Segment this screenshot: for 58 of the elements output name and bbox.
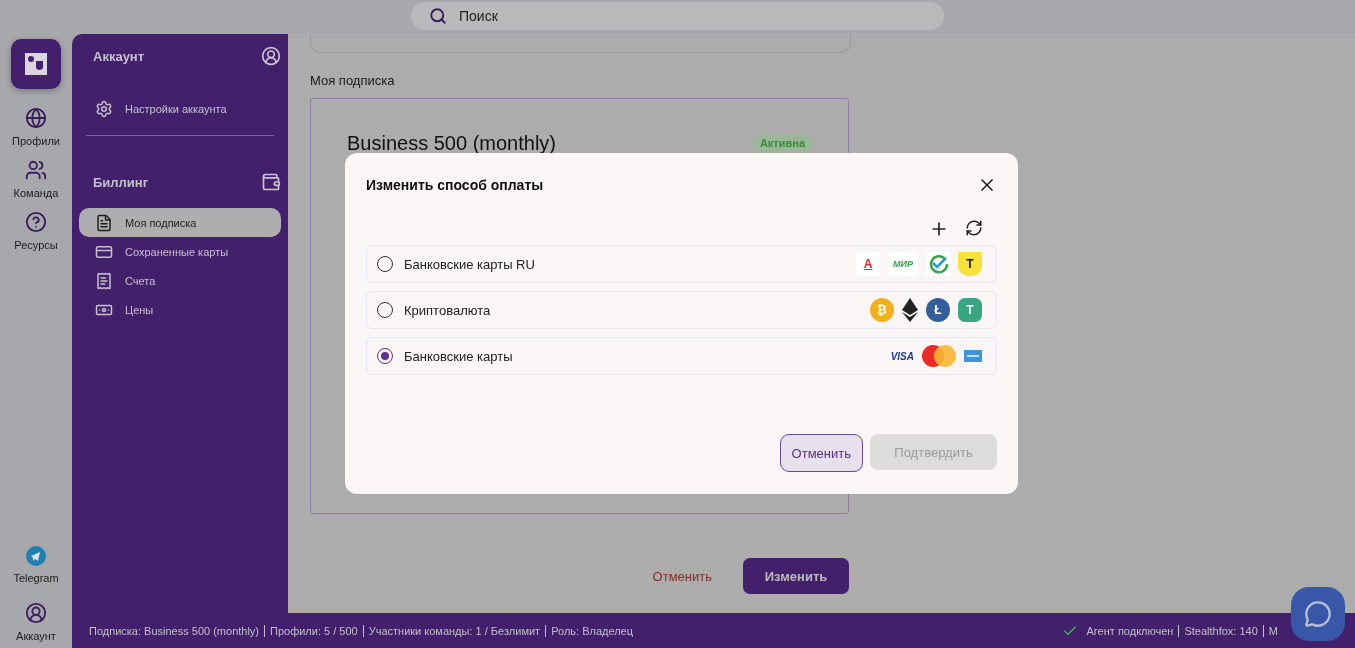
dialog-title: Изменить способ оплаты — [366, 177, 544, 193]
tether-logo: T — [958, 298, 982, 322]
sidebar-item[interactable]: Счета — [79, 266, 281, 295]
option-label: Банковские карты — [404, 348, 514, 364]
section-title: Биллинг — [93, 174, 149, 190]
telegram-icon — [26, 546, 46, 566]
search-icon — [429, 7, 447, 25]
status-text: Участники команды: 1 / Безлимит — [363, 624, 547, 637]
search-field[interactable]: Поиск — [411, 2, 944, 30]
wallet-icon — [261, 172, 281, 192]
amex-logo — [964, 350, 982, 362]
sidebar-item[interactable]: Моя подписка — [79, 208, 281, 237]
status-text: Подписка: Business 500 (monthly) — [84, 624, 266, 637]
status-text: Профили: 5 / 500 — [265, 624, 364, 637]
status-text: Роль: Владелец — [550, 624, 635, 637]
account-icon — [261, 46, 281, 66]
invoice-icon — [95, 271, 113, 290]
option-label: Криптовалюта — [404, 302, 492, 318]
chat-button[interactable] — [1291, 587, 1345, 641]
rail-label[interactable]: Ресурсы — [14, 239, 58, 251]
settings-icon — [95, 99, 113, 118]
team-icon — [25, 159, 47, 181]
check-circle-logo — [926, 252, 950, 276]
app-logo[interactable] — [11, 39, 61, 89]
visa-logo: VISA — [890, 350, 914, 362]
status-text: Агент подключен — [1081, 624, 1180, 637]
rail-label[interactable]: Аккаунт — [16, 630, 56, 642]
shield-logo: Т — [958, 252, 982, 276]
section-title: Аккаунт — [93, 48, 145, 64]
ethereum-logo — [902, 298, 918, 322]
document-icon — [95, 213, 113, 232]
bitcoin-logo: ₿ — [870, 298, 894, 322]
payment-option[interactable]: Банковские карты VISA — [366, 337, 997, 375]
cancel-button[interactable]: Отменить — [779, 434, 863, 472]
section-title: Моя подписка — [310, 73, 396, 88]
status-text: Stealthfox: 140 — [1179, 624, 1264, 637]
status-text: M — [1267, 624, 1279, 637]
account-icon — [25, 602, 47, 624]
globe-icon — [25, 107, 47, 129]
rail-label[interactable]: Профили — [12, 135, 60, 147]
sidebar-item[interactable]: Настройки аккаунта — [79, 94, 281, 123]
rail-label[interactable]: Команда — [13, 187, 59, 199]
plan-name: Business 500 (monthly) — [347, 133, 556, 153]
sidebar-item[interactable]: Сохраненные карты — [79, 237, 281, 266]
mastercard-logo — [922, 345, 956, 367]
payment-option[interactable]: Криптовалюта ₿ Ł T — [366, 291, 997, 329]
rail-label[interactable]: Telegram — [13, 572, 59, 584]
chat-icon — [1304, 600, 1332, 628]
payment-option[interactable]: Банковские карты RU А МИР Т — [366, 245, 997, 283]
litecoin-logo: Ł — [926, 298, 950, 322]
help-icon — [25, 211, 47, 233]
change-button[interactable]: Изменить — [743, 558, 849, 594]
mir-logo: МИР — [888, 252, 918, 276]
alfa-logo: А — [856, 252, 880, 276]
status-badge: Активна — [752, 134, 812, 152]
sidebar-item[interactable]: Цены — [79, 295, 281, 324]
option-label: Банковские карты RU — [404, 256, 536, 272]
cancel-button[interactable]: Отменить — [646, 567, 718, 585]
